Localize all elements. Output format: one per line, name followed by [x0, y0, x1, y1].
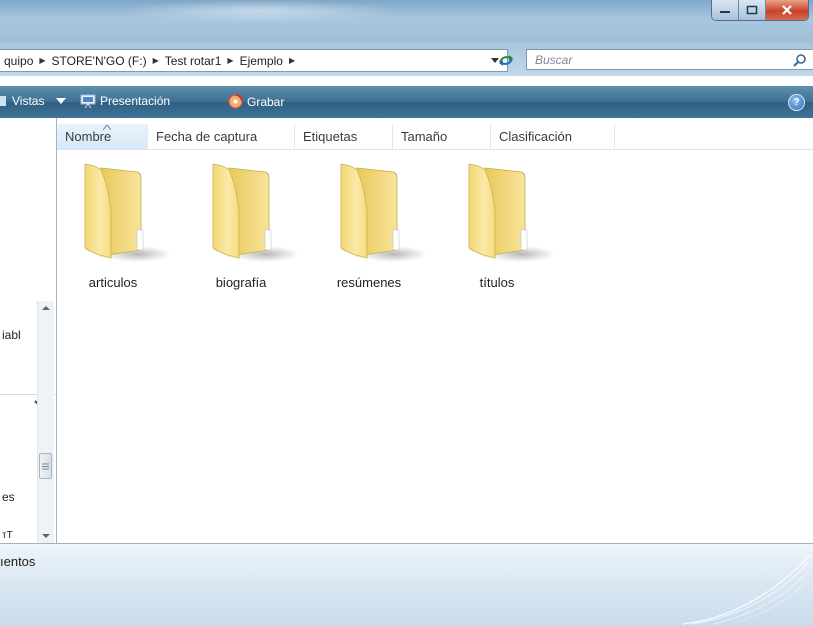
details-pane: ıentos: [0, 543, 813, 626]
column-header-nombre[interactable]: Nombre: [57, 124, 148, 149]
maximize-icon: [746, 5, 758, 15]
folder-item[interactable]: títulos: [449, 158, 555, 292]
folder-icon: [84, 163, 171, 262]
folder-name: biografía: [215, 275, 267, 290]
search-placeholder: Buscar: [535, 53, 573, 67]
column-header-tamano[interactable]: Tamaño: [393, 124, 491, 149]
breadcrumb-item[interactable]: STORE'N'GO (F:): [48, 54, 151, 68]
column-header-clasificacion[interactable]: Clasificación: [491, 124, 615, 149]
grip-icon: [42, 463, 49, 469]
folder-item[interactable]: biografía: [193, 158, 299, 292]
slideshow-icon: [80, 94, 96, 108]
column-header-label: Fecha de captura: [156, 129, 258, 144]
slideshow-button[interactable]: Presentación: [80, 94, 170, 108]
folder-item[interactable]: resúmenes: [321, 158, 427, 292]
title-bar: [0, 0, 813, 42]
window-controls: [711, 0, 809, 21]
column-header-fecha[interactable]: Fecha de captura: [148, 124, 295, 149]
minimize-icon: [720, 11, 730, 13]
scrollbar-thumb[interactable]: [39, 453, 52, 479]
nav-item[interactable]: iabl: [2, 328, 21, 342]
chevron-down-icon: [56, 98, 67, 104]
nav-item[interactable]: es: [2, 490, 15, 504]
folder-name: resúmenes: [336, 275, 402, 290]
nav-item[interactable]: ᴛT: [2, 530, 13, 541]
column-header-label: Tamaño: [401, 129, 448, 144]
burn-label: Grabar: [247, 94, 285, 109]
column-header-label: Etiquetas: [303, 129, 358, 144]
chevron-right-icon[interactable]: ▶: [225, 56, 235, 65]
maximize-button[interactable]: [739, 0, 766, 20]
column-headers: Nombre Fecha de captura Etiquetas Tamaño…: [57, 124, 813, 150]
file-list[interactable]: articulos biografía resúmenes títulos: [57, 150, 813, 542]
breadcrumb[interactable]: quipo ▶ STORE'N'GO (F:) ▶ Test rotar1 ▶ …: [0, 49, 508, 72]
breadcrumb-item[interactable]: Test rotar1: [161, 54, 226, 68]
chevron-right-icon[interactable]: ▶: [151, 56, 161, 65]
details-text: ıentos: [0, 554, 36, 569]
command-bar: Vistas Presentación Grabar ?: [0, 86, 813, 118]
views-icon: [0, 96, 6, 106]
minimize-button[interactable]: [712, 0, 739, 20]
search-input[interactable]: Buscar: [526, 49, 813, 70]
scroll-up-icon[interactable]: [39, 303, 53, 313]
navigation-pane: iabl es ᴛT: [0, 118, 57, 543]
chevron-right-icon[interactable]: ▶: [37, 56, 47, 65]
breadcrumb-item[interactable]: quipo: [0, 54, 37, 68]
close-button[interactable]: [766, 0, 808, 20]
address-row: quipo ▶ STORE'N'GO (F:) ▶ Test rotar1 ▶ …: [0, 42, 813, 76]
chevron-right-icon[interactable]: ▶: [287, 56, 297, 65]
slideshow-label: Presentación: [100, 94, 171, 108]
sort-ascending-icon: [103, 125, 111, 130]
folder-icon: [212, 163, 299, 262]
burn-button[interactable]: Grabar: [228, 94, 284, 109]
scroll-down-icon[interactable]: [39, 531, 53, 541]
column-header-label: Clasificación: [499, 129, 572, 144]
help-icon: ?: [793, 97, 800, 108]
refresh-button[interactable]: [496, 51, 516, 69]
decorative-swirl: [682, 553, 812, 625]
breadcrumb-item[interactable]: Ejemplo: [236, 54, 287, 68]
column-header-etiquetas[interactable]: Etiquetas: [295, 124, 393, 149]
folder-name: títulos: [479, 275, 515, 290]
folder-icon: [468, 163, 555, 262]
help-button[interactable]: ?: [788, 94, 805, 111]
disc-burn-icon: [228, 94, 243, 109]
search-icon[interactable]: [793, 53, 807, 67]
views-label: Vistas: [12, 94, 45, 108]
column-header-label: Nombre: [65, 129, 112, 144]
title-bar-glow: [120, 0, 400, 22]
folder-item[interactable]: articulos: [65, 158, 171, 292]
folder-icon: [340, 163, 427, 262]
views-button[interactable]: Vistas: [0, 94, 67, 108]
folder-name: articulos: [88, 275, 138, 290]
refresh-icon: [499, 55, 513, 66]
nav-scrollbar[interactable]: [37, 301, 54, 543]
close-icon: [782, 5, 792, 15]
